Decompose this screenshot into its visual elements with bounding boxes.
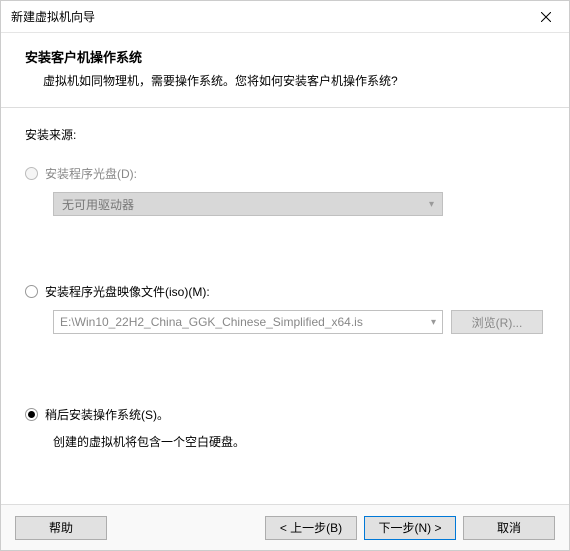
radio-label-iso: 安装程序光盘映像文件(iso)(M):: [45, 283, 210, 300]
wizard-footer: 帮助 < 上一步(B) 下一步(N) > 取消: [1, 504, 569, 550]
chevron-down-icon: ▾: [431, 317, 436, 328]
radio-icon: [25, 285, 38, 298]
wizard-header: 安装客户机操作系统 虚拟机如同物理机，需要操作系统。您将如何安装客户机操作系统?: [1, 33, 569, 108]
later-hint: 创建的虚拟机将包含一个空白硬盘。: [53, 433, 545, 450]
close-icon: [541, 12, 551, 22]
option-install-iso: 安装程序光盘映像文件(iso)(M): E:\Win10_22H2_China_…: [25, 283, 545, 334]
titlebar: 新建虚拟机向导: [1, 1, 569, 33]
drive-dropdown: 无可用驱动器 ▾: [53, 192, 443, 216]
iso-path-text: E:\Win10_22H2_China_GGK_Chinese_Simplifi…: [60, 315, 431, 329]
wizard-content: 安装来源: 安装程序光盘(D): 无可用驱动器 ▾ 安装程序光盘映像文件(iso…: [1, 108, 569, 504]
radio-label-later: 稍后安装操作系统(S)。: [45, 406, 169, 423]
radio-icon: [25, 408, 38, 421]
radio-label-disc: 安装程序光盘(D):: [45, 165, 137, 182]
next-button[interactable]: 下一步(N) >: [364, 516, 456, 540]
cancel-button[interactable]: 取消: [463, 516, 555, 540]
page-title: 安装客户机操作系统: [25, 47, 545, 66]
option-install-later: 稍后安装操作系统(S)。 创建的虚拟机将包含一个空白硬盘。: [25, 406, 545, 450]
window-title: 新建虚拟机向导: [11, 8, 523, 25]
option-install-disc: 安装程序光盘(D): 无可用驱动器 ▾: [25, 165, 545, 216]
page-description: 虚拟机如同物理机，需要操作系统。您将如何安装客户机操作系统?: [25, 72, 545, 89]
drive-dropdown-text: 无可用驱动器: [62, 196, 429, 213]
close-button[interactable]: [523, 1, 569, 33]
chevron-down-icon: ▾: [429, 199, 434, 210]
back-button[interactable]: < 上一步(B): [265, 516, 357, 540]
iso-path-dropdown: E:\Win10_22H2_China_GGK_Chinese_Simplifi…: [53, 310, 443, 334]
radio-install-iso[interactable]: 安装程序光盘映像文件(iso)(M):: [25, 283, 545, 300]
help-button[interactable]: 帮助: [15, 516, 107, 540]
browse-button: 浏览(R)...: [451, 310, 543, 334]
radio-install-later[interactable]: 稍后安装操作系统(S)。: [25, 406, 545, 423]
radio-install-disc: 安装程序光盘(D):: [25, 165, 545, 182]
radio-icon: [25, 167, 38, 180]
install-source-label: 安装来源:: [25, 126, 545, 143]
